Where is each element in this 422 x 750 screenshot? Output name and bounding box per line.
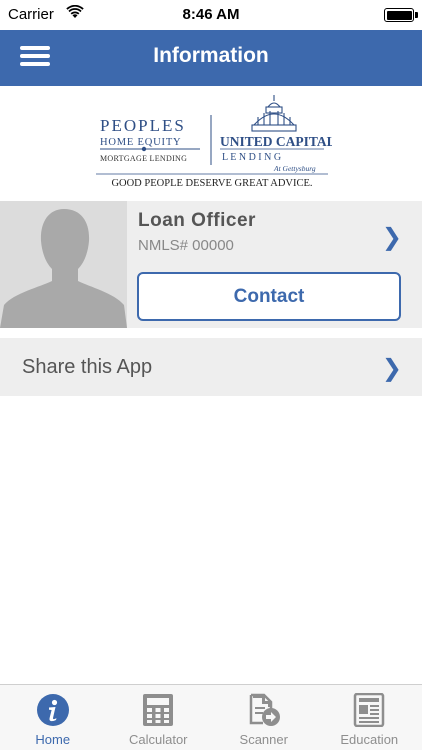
clock: 8:46 AM: [182, 6, 240, 23]
share-app-label: Share this App: [22, 356, 153, 378]
logo-gettysburg: At Gettysburg: [273, 164, 316, 173]
battery-icon: [384, 8, 414, 22]
chevron-right-icon[interactable]: ❯: [382, 223, 402, 252]
company-logo: PEOPLES HOME EQUITY MORTGAGE LENDING UNI…: [96, 95, 332, 189]
logo-peoples: PEOPLES: [100, 116, 186, 135]
officer-avatar: [0, 201, 127, 328]
info-icon: [36, 694, 69, 726]
tab-education-label: Education: [340, 732, 399, 747]
scanner-icon: [249, 693, 280, 726]
tab-scanner[interactable]: Scanner: [211, 685, 317, 750]
tab-home[interactable]: Home: [0, 685, 106, 750]
page-title: Information: [153, 44, 269, 67]
share-app-row[interactable]: Share this App ❯: [0, 338, 422, 396]
person-silhouette-icon: [0, 201, 127, 328]
contact-button[interactable]: Contact: [137, 272, 401, 321]
tab-calculator-label: Calculator: [128, 732, 188, 747]
tab-scanner-label: Scanner: [239, 732, 288, 747]
loan-officer-card[interactable]: Loan Officer NMLS# 00000 ❯ Contact: [0, 201, 422, 328]
logo-united-capital: UNITED CAPITAL: [220, 134, 332, 149]
tab-home-label: Home: [35, 732, 71, 747]
officer-name: Loan Officer: [138, 210, 256, 231]
logo-mortgage-lending: MORTGAGE LENDING: [100, 154, 187, 163]
chevron-right-icon: ❯: [381, 355, 402, 382]
status-bar: Carrier 8:46 AM: [0, 0, 422, 30]
officer-nmls: NMLS# 00000: [138, 237, 234, 254]
logo-home-equity: HOME EQUITY: [100, 137, 181, 148]
nav-bar: Information: [0, 30, 422, 86]
tab-calculator[interactable]: Calculator: [106, 685, 212, 750]
tab-education[interactable]: Education: [317, 685, 422, 750]
logo-tagline: GOOD PEOPLE DESERVE GREAT ADVICE.: [111, 178, 312, 189]
calculator-icon: [143, 694, 174, 726]
tab-bar: Home Calculator Scanner Education: [0, 684, 422, 750]
newspaper-icon: [354, 693, 385, 727]
battery-tip: [415, 12, 418, 18]
logo-lending: L E N D I N G: [222, 152, 281, 163]
